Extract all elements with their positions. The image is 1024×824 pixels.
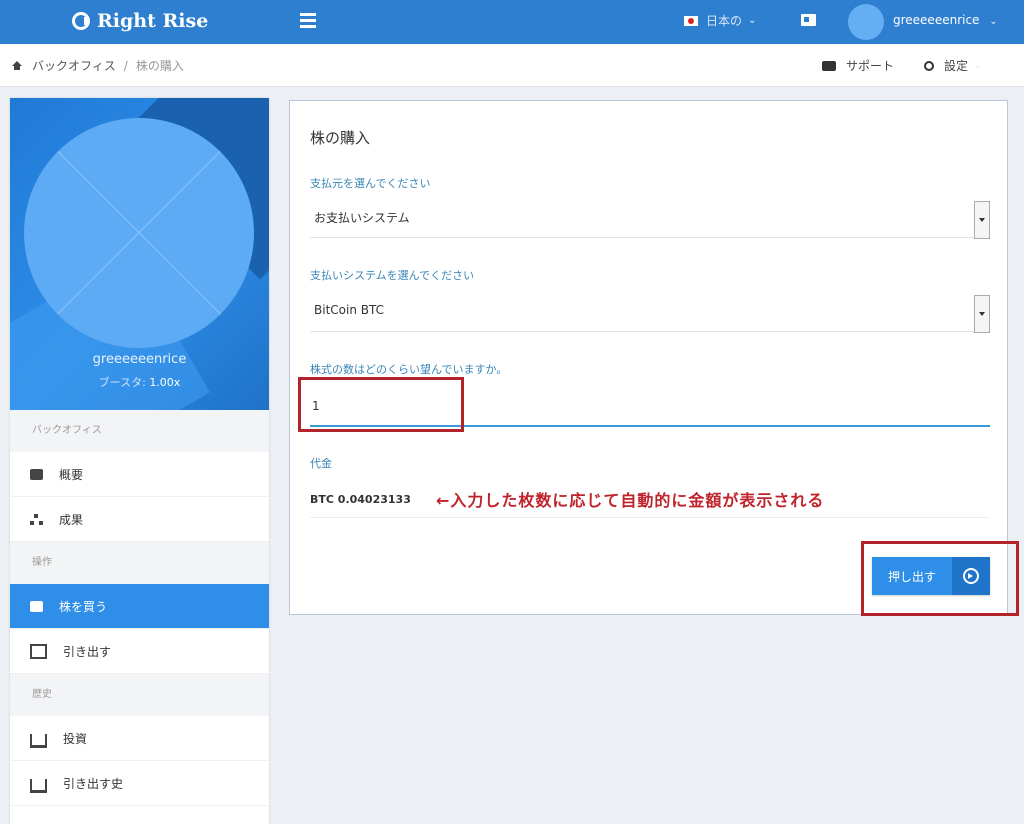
boost-label: ブースタ: (98, 376, 146, 389)
briefcase-icon (30, 468, 43, 480)
price-value: BTC 0.04023133 (310, 493, 411, 506)
menu-toggle-icon[interactable] (300, 13, 316, 29)
chevron-down-icon: ⌄ (989, 16, 998, 27)
payment-system-label: 支払いシステムを選んでください (310, 269, 475, 282)
profile-name: greeeeeenrice (92, 352, 187, 367)
sidebar: greeeeeenrice ブースタ: 1.00x バックオフィス 概要 成果 … (10, 98, 269, 824)
sidebar-item-overview[interactable]: 概要 (10, 452, 269, 497)
annotation-box-quantity (298, 377, 464, 432)
breadcrumb-separator: / (123, 58, 128, 73)
support-link[interactable]: サポート (822, 57, 894, 74)
sidebar-item-label: 引き出す (63, 644, 112, 659)
boost-value: 1.00x (149, 376, 181, 389)
support-label: サポート (846, 59, 895, 73)
gear-icon (924, 60, 934, 71)
sidebar-section-backoffice: バックオフィス (10, 410, 269, 452)
page-title: 株の購入 (310, 129, 371, 147)
document-icon (30, 643, 47, 659)
sidebar-item-results[interactable]: 成果 (10, 497, 269, 542)
settings-label: 設定 (944, 59, 969, 73)
sidebar-item-label: 概要 (59, 467, 84, 482)
payment-system-select[interactable]: BitCoin BTC (310, 291, 990, 333)
breadcrumb-current: 株の購入 (135, 59, 184, 73)
payment-source-label: 支払元を選んでください (310, 177, 431, 190)
breadcrumb: バックオフィス / 株の購入 (12, 57, 184, 74)
sidebar-item-label: 投資 (63, 731, 88, 746)
dropdown-arrow-icon[interactable] (974, 295, 990, 333)
profile-boost: ブースタ: 1.00x (10, 374, 269, 390)
logo-icon (72, 12, 90, 30)
brand-logo[interactable]: Right Rise (72, 8, 208, 34)
sidebar-item-investment[interactable]: 投資 (10, 716, 269, 761)
annotation-text: ←入力した枚数に応じて自動的に金額が表示される (436, 491, 825, 510)
profile-picture[interactable] (24, 118, 254, 348)
username: greeeeeenrice (893, 13, 980, 27)
price-label: 代金 (310, 457, 332, 470)
download-tray-icon (30, 734, 47, 748)
sidebar-item-withdraw-history[interactable]: 引き出す史 (10, 761, 269, 806)
dropdown-arrow-icon[interactable] (974, 201, 990, 239)
profile-card: greeeeeenrice ブースタ: 1.00x (10, 98, 269, 410)
chevron-down-icon: ⌄ (748, 15, 757, 26)
brand-name: Right Rise (97, 10, 209, 32)
chevron-down-icon: ⌄ (974, 60, 983, 71)
top-navbar: Right Rise 日本の ⌄ greeeeeenrice ⌄ (0, 0, 1024, 44)
quantity-label: 株式の数はどのくらい望んでいますか。 (310, 363, 508, 376)
language-selector[interactable]: 日本の ⌄ (684, 12, 756, 29)
sidebar-item-label: 成果 (59, 512, 84, 527)
sidebar-section-operations: 操作 (10, 542, 269, 584)
cart-icon (30, 600, 43, 612)
payment-system-value: BitCoin BTC (314, 303, 384, 317)
home-icon[interactable] (12, 61, 22, 70)
breadcrumb-root[interactable]: バックオフィス (32, 57, 116, 74)
user-menu[interactable]: greeeeeenrice ⌄ (893, 13, 998, 27)
sidebar-item-label: 株を買う (59, 599, 108, 614)
payment-source-value: お支払いシステム (314, 211, 410, 225)
sidebar-item-withdraw[interactable]: 引き出す (10, 629, 269, 674)
annotation-box-submit (861, 541, 1019, 616)
language-label: 日本の (706, 14, 743, 28)
ticket-icon (822, 60, 836, 71)
japan-flag-icon (684, 15, 698, 26)
payment-source-select[interactable]: お支払いシステム (310, 197, 990, 239)
avatar[interactable] (848, 4, 884, 40)
sidebar-item-label: 引き出す史 (63, 776, 124, 791)
id-card-icon[interactable] (801, 14, 816, 26)
breadcrumb-bar: バックオフィス / 株の購入 サポート 設定 ⌄ (0, 44, 1024, 87)
upload-tray-icon (30, 779, 47, 793)
sidebar-section-history: 歴史 (10, 674, 269, 716)
settings-menu[interactable]: 設定 ⌄ (924, 57, 982, 74)
sitemap-icon (30, 513, 43, 525)
purchase-form-panel: 株の購入 支払元を選んでください お支払いシステム 支払いシステムを選んでくださ… (289, 100, 1008, 615)
sidebar-item-buy-stock[interactable]: 株を買う (10, 584, 269, 629)
